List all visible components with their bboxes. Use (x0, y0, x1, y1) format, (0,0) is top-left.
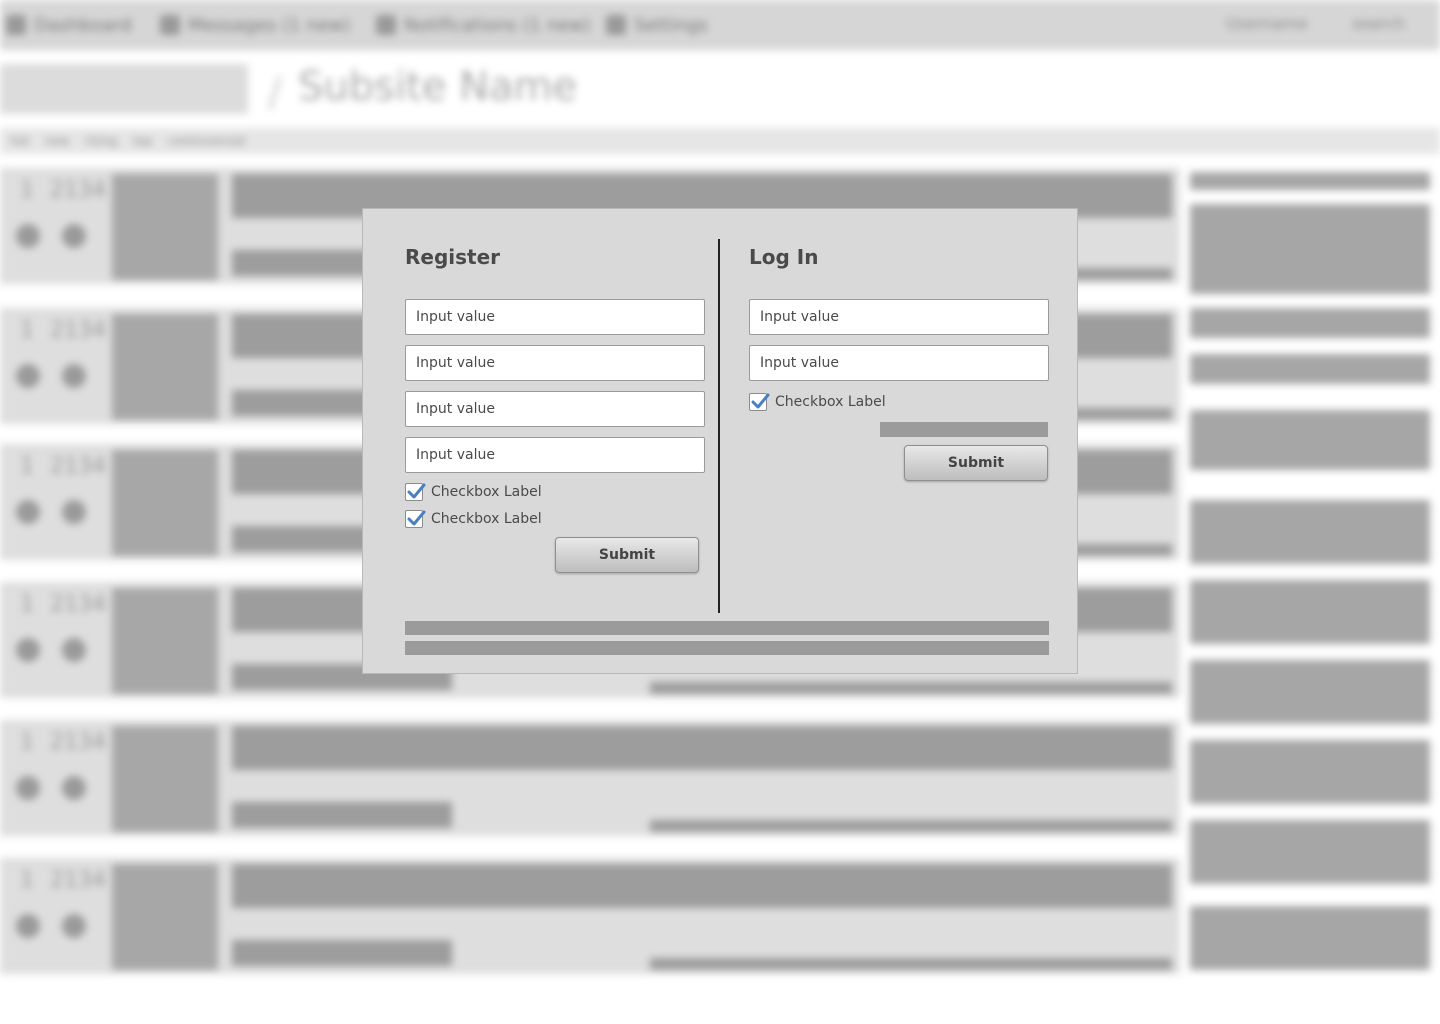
checkbox[interactable] (405, 483, 426, 501)
checkmark-icon (407, 483, 426, 499)
downvote-icon (62, 776, 86, 800)
downvote-icon (62, 500, 86, 524)
sidebar-block (1190, 500, 1430, 564)
sidebar-block (1190, 740, 1430, 804)
forgot-password-link-placeholder[interactable] (880, 422, 1048, 437)
nav-messages: Messages (1 new) (160, 14, 350, 36)
post-thumbnail (112, 314, 218, 420)
downvote-icon (62, 224, 86, 248)
checkmark-icon (407, 510, 426, 526)
upvote-icon (16, 914, 40, 938)
sub-nav: hot new rising top controversial (0, 128, 1440, 154)
register-submit-button[interactable]: Submit (555, 537, 699, 573)
sidebar-block (1190, 820, 1430, 884)
post-thumbnail (112, 588, 218, 694)
downvote-icon (62, 914, 86, 938)
checkbox-label: Checkbox Label (431, 511, 542, 527)
register-checkbox-row-2[interactable]: Checkbox Label (405, 510, 542, 528)
sub-nav-item: hot (10, 134, 30, 148)
downvote-icon (62, 364, 86, 388)
register-field-2[interactable] (405, 345, 705, 381)
register-field-3[interactable] (405, 391, 705, 427)
footer-text-line (405, 641, 1049, 655)
nav-settings: Settings (606, 14, 708, 36)
checkbox-label: Checkbox Label (775, 394, 886, 410)
sidebar-block (1190, 308, 1430, 338)
sidebar-block (1190, 354, 1430, 384)
checkbox[interactable] (405, 510, 426, 528)
notifications-icon (376, 15, 396, 35)
checkbox-label: Checkbox Label (431, 484, 542, 500)
login-checkbox-row[interactable]: Checkbox Label (749, 393, 886, 411)
upvote-icon (16, 500, 40, 524)
title-separator: / (268, 70, 282, 116)
post-thumbnail (112, 450, 218, 556)
register-field-1[interactable] (405, 299, 705, 335)
sub-nav-item: new (44, 134, 70, 148)
post-thumbnail (112, 174, 218, 280)
checkbox[interactable] (749, 393, 770, 411)
sub-nav-item: controversial (167, 134, 246, 148)
footer-text-line (405, 621, 1049, 635)
username: Username (1226, 14, 1308, 33)
post-row: 1 2134 (0, 720, 1180, 836)
register-field-4[interactable] (405, 437, 705, 473)
upvote-icon (16, 776, 40, 800)
settings-icon (606, 15, 626, 35)
login-submit-button[interactable]: Submit (904, 445, 1048, 481)
post-thumbnail (112, 864, 218, 970)
register-checkbox-row-1[interactable]: Checkbox Label (405, 483, 542, 501)
sub-nav-item: top (132, 134, 153, 148)
sidebar-block (1190, 906, 1430, 970)
dashboard-icon (6, 15, 26, 35)
checkmark-icon (751, 393, 770, 409)
sidebar-block (1190, 204, 1430, 294)
login-field-2[interactable] (749, 345, 1049, 381)
upvote-icon (16, 224, 40, 248)
column-divider (718, 239, 720, 613)
sidebar-block (1190, 410, 1430, 470)
logo (0, 64, 248, 114)
auth-modal: Register Checkbox Label Checkbox Label S… (362, 208, 1078, 674)
site-name: Subsite Name (298, 64, 578, 110)
upvote-icon (16, 364, 40, 388)
post-row: 1 2134 (0, 858, 1180, 974)
sub-nav-item: rising (84, 134, 118, 148)
sidebar-block (1190, 660, 1430, 724)
register-title: Register (405, 245, 501, 269)
nav-dashboard: Dashboard (6, 14, 132, 36)
upvote-icon (16, 638, 40, 662)
top-nav-bar: Dashboard Messages (1 new) Notifications… (0, 0, 1440, 50)
downvote-icon (62, 638, 86, 662)
post-thumbnail (112, 726, 218, 832)
sidebar-block (1190, 580, 1430, 644)
login-title: Log In (749, 245, 819, 269)
login-field-1[interactable] (749, 299, 1049, 335)
sidebar-block (1190, 172, 1430, 190)
messages-icon (160, 15, 180, 35)
nav-notifications: Notifications (1 new) (376, 14, 591, 36)
search-box: search (1352, 14, 1406, 33)
